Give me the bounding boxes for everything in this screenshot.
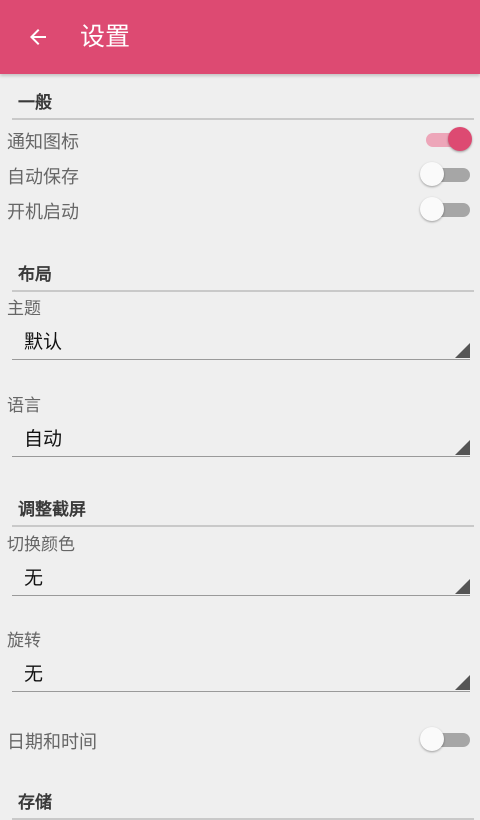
rotate-value: 无: [24, 663, 44, 685]
rotate-label: 旋转: [7, 631, 41, 651]
date-time-row[interactable]: 日期和时间: [0, 722, 480, 756]
date-time-switch[interactable]: [420, 726, 474, 752]
start-on-boot-switch[interactable]: [420, 196, 474, 222]
language-dropdown[interactable]: 自动: [12, 418, 470, 457]
section-header-general: 一般: [12, 88, 474, 120]
theme-label: 主题: [7, 299, 41, 319]
dropdown-arrow-icon: [455, 579, 470, 594]
section-title-screenshot: 调整截屏: [18, 500, 86, 520]
notification-icon-switch[interactable]: [420, 126, 474, 152]
start-on-boot-row[interactable]: 开机启动: [0, 192, 480, 226]
auto-save-label: 自动保存: [7, 167, 79, 188]
section-title-storage: 存储: [18, 793, 52, 813]
switch-color-value: 无: [24, 567, 44, 589]
dropdown-arrow-icon: [455, 675, 470, 690]
section-header-layout: 布局: [12, 260, 474, 292]
auto-save-row[interactable]: 自动保存: [0, 157, 480, 191]
switch-color-label: 切换颜色: [7, 535, 75, 555]
switch-thumb: [420, 727, 444, 751]
section-title-general: 一般: [18, 93, 52, 113]
notification-icon-row[interactable]: 通知图标: [0, 122, 480, 156]
theme-value: 默认: [24, 331, 63, 353]
arrow-back-icon: [30, 29, 46, 45]
start-on-boot-label: 开机启动: [7, 202, 79, 223]
app-bar: 设置: [0, 0, 480, 74]
rotate-dropdown[interactable]: 无: [12, 653, 470, 692]
switch-color-dropdown[interactable]: 无: [12, 557, 470, 596]
theme-dropdown[interactable]: 默认: [12, 321, 470, 360]
auto-save-switch[interactable]: [420, 161, 474, 187]
switch-thumb: [448, 127, 472, 151]
switch-thumb: [420, 162, 444, 186]
back-button[interactable]: [20, 19, 56, 55]
language-label: 语言: [7, 396, 41, 416]
dropdown-arrow-icon: [455, 440, 470, 455]
notification-icon-label: 通知图标: [7, 132, 79, 153]
switch-thumb: [420, 197, 444, 221]
date-time-label: 日期和时间: [7, 732, 97, 753]
section-title-layout: 布局: [18, 265, 52, 285]
section-header-screenshot: 调整截屏: [12, 495, 474, 527]
dropdown-arrow-icon: [455, 343, 470, 358]
page-title: 设置: [80, 22, 131, 51]
language-value: 自动: [24, 428, 63, 450]
section-header-storage: 存储: [12, 788, 474, 820]
